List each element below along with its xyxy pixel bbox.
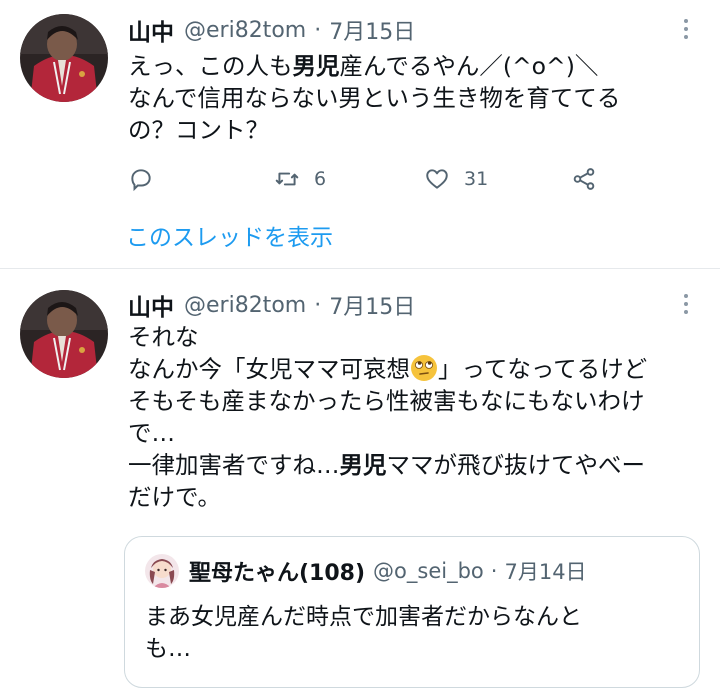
quoted-tweet-text: まあ女児産んだ時点で加害者だからなんと も…: [145, 601, 582, 665]
tweet-header: 山中 @eri82tom · 7月15日: [128, 287, 415, 323]
separator-dot: ·: [314, 292, 322, 318]
tweet-text: それな なんか今「女児ママ可哀想 」ってなってるけど そもそも産まなかったら性被…: [128, 321, 708, 513]
tweet-text-line: も…: [145, 636, 191, 662]
share-button[interactable]: [571, 164, 597, 194]
tweet-1[interactable]: 山中 @eri82tom · 7月15日 えっ、この人も男児産んでるやん／(^o…: [0, 0, 720, 268]
author-name[interactable]: 山中: [128, 288, 174, 322]
quoted-avatar[interactable]: [145, 554, 179, 588]
like-button[interactable]: 31: [424, 164, 488, 194]
tweet-text-line: それな: [128, 323, 199, 351]
author-handle[interactable]: @eri82tom: [184, 293, 306, 318]
quoted-author-name[interactable]: 聖母たゃん(108): [189, 555, 365, 587]
tweet-text-line: なんで信用ならない男という生き物を育ててる: [128, 84, 621, 112]
show-thread-link[interactable]: このスレッドを表示: [126, 218, 333, 252]
quoted-tweet-header: 聖母たゃん(108) @o_sei_bo · 7月14日: [145, 553, 587, 589]
retweet-count: 6: [314, 168, 327, 190]
author-handle[interactable]: @eri82tom: [184, 18, 306, 43]
tweet-date[interactable]: 7月15日: [329, 289, 415, 321]
avatar[interactable]: [20, 290, 108, 378]
tweet-text-line: なんか今「女児ママ可哀想 」ってなってるけど: [128, 355, 648, 383]
share-icon: [573, 168, 595, 190]
tweet-actions: 6 31: [128, 164, 628, 194]
tweet-text-line: えっ、この人も男児産んでるやん／(^o^)＼: [128, 52, 599, 80]
author-name[interactable]: 山中: [128, 13, 174, 47]
tweet-text-line: そもそも産まなかったら性被害もなにもないわけ: [128, 387, 645, 415]
reply-button[interactable]: [128, 164, 154, 194]
separator-dot: ·: [314, 17, 322, 43]
quoted-tweet-date[interactable]: 7月14日: [504, 556, 586, 586]
more-dots-icon[interactable]: [676, 14, 696, 44]
tweet-date[interactable]: 7月15日: [329, 14, 415, 46]
tweet-header: 山中 @eri82tom · 7月15日: [128, 12, 415, 48]
face-with-rolling-eyes-emoji: [411, 355, 437, 381]
highlighted-keyword: 男児: [339, 451, 387, 479]
tweet-text-line: の？コント？: [128, 116, 269, 144]
tweet-text-line: だけで。: [128, 483, 222, 511]
tweet-text-line: まあ女児産んだ時点で加害者だからなんと: [145, 604, 582, 630]
heart-icon: [426, 169, 448, 189]
like-count: 31: [464, 168, 489, 190]
more-dots-icon[interactable]: [676, 289, 696, 319]
retweet-icon: [275, 172, 299, 186]
tweet-text-line: 一律加害者ですね…男児ママが飛び抜けてやべー: [128, 451, 645, 479]
tweet-text: えっ、この人も男児産んでるやん／(^o^)＼ なんで信用ならない男という生き物を…: [128, 50, 708, 146]
separator-dot: ·: [490, 559, 498, 583]
reply-icon: [131, 169, 151, 192]
tweet-text-line: で…: [128, 419, 175, 447]
retweet-button[interactable]: 6: [274, 164, 326, 194]
highlighted-keyword: 男児: [292, 52, 340, 80]
quoted-tweet[interactable]: 聖母たゃん(108) @o_sei_bo · 7月14日 まあ女児産んだ時点で加…: [124, 536, 700, 688]
avatar[interactable]: [20, 14, 108, 102]
quoted-author-handle[interactable]: @o_sei_bo: [373, 559, 484, 583]
